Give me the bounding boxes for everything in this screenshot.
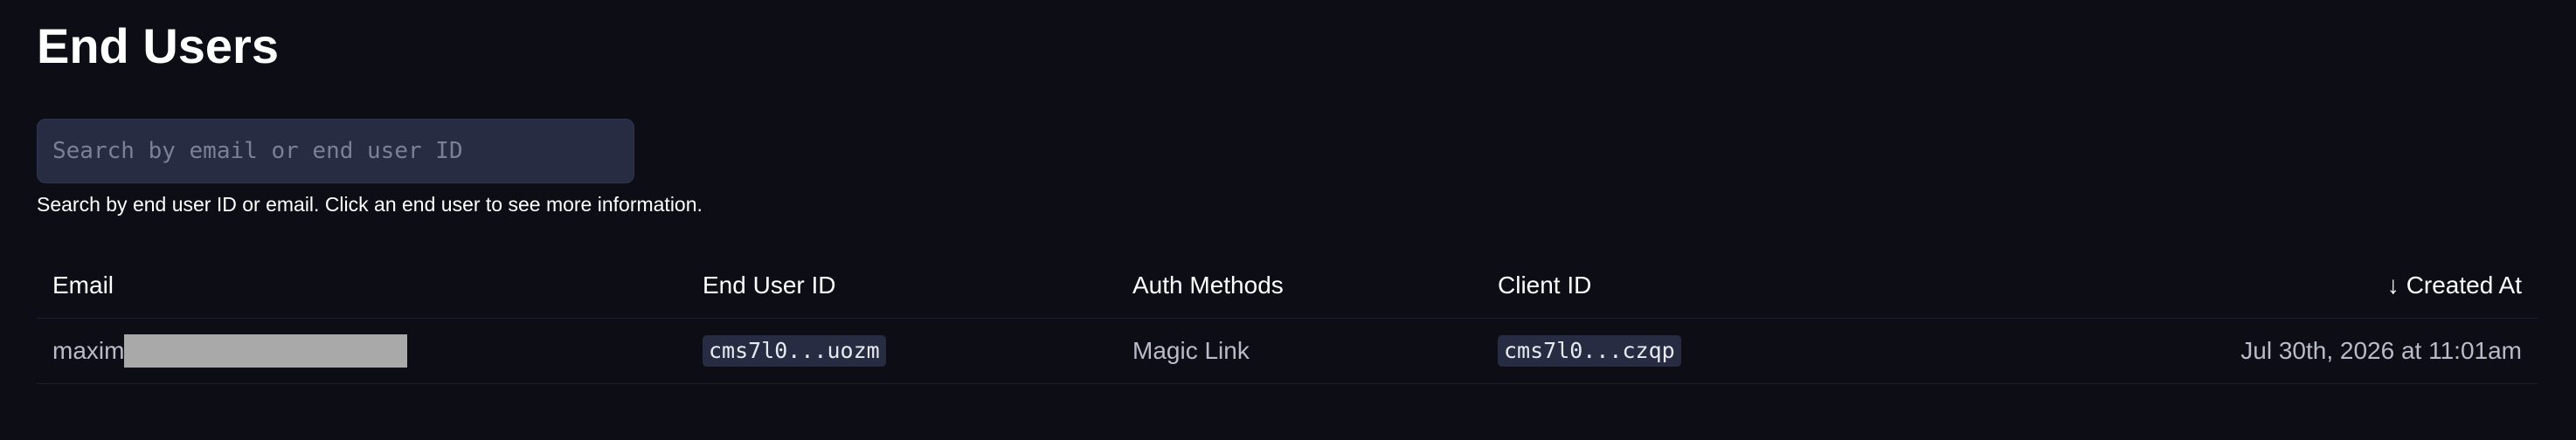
table-header-row: Email End User ID Auth Methods Client ID… bbox=[37, 253, 2538, 319]
created-at-cell: Jul 30th, 2026 at 11:01am bbox=[2240, 337, 2522, 364]
end-users-table: Email End User ID Auth Methods Client ID… bbox=[37, 253, 2538, 384]
search-input[interactable] bbox=[51, 119, 620, 183]
end-users-page: End Users Search by end user ID or email… bbox=[0, 0, 2576, 440]
table-row[interactable]: maxim cms7l0...uozm Magic Link cms7l0...… bbox=[37, 319, 2538, 384]
client-id-cell: cms7l0...czqp bbox=[1498, 319, 1681, 383]
auth-methods-cell: Magic Link bbox=[1132, 337, 1250, 364]
sort-descending-icon: ↓ bbox=[2386, 272, 2399, 299]
page-title: End Users bbox=[37, 18, 279, 73]
column-header-created-at[interactable]: ↓ Created At bbox=[2387, 253, 2522, 318]
search-hint: Search by end user ID or email. Click an… bbox=[37, 193, 703, 216]
column-header-client-id[interactable]: Client ID bbox=[1498, 253, 1591, 318]
search-box[interactable] bbox=[37, 119, 634, 183]
end-user-id-code: cms7l0...uozm bbox=[703, 335, 886, 367]
email-cell: maxim bbox=[52, 319, 408, 383]
end-user-id-cell: cms7l0...uozm bbox=[703, 319, 886, 383]
email-visible-text: maxim bbox=[52, 337, 125, 364]
column-header-end-user-id[interactable]: End User ID bbox=[703, 253, 836, 318]
client-id-code: cms7l0...czqp bbox=[1498, 335, 1681, 367]
column-header-auth-methods[interactable]: Auth Methods bbox=[1132, 253, 1284, 318]
column-header-email[interactable]: Email bbox=[52, 253, 114, 318]
redacted-email-block bbox=[124, 334, 408, 368]
column-header-created-at-label: Created At bbox=[2406, 272, 2522, 299]
